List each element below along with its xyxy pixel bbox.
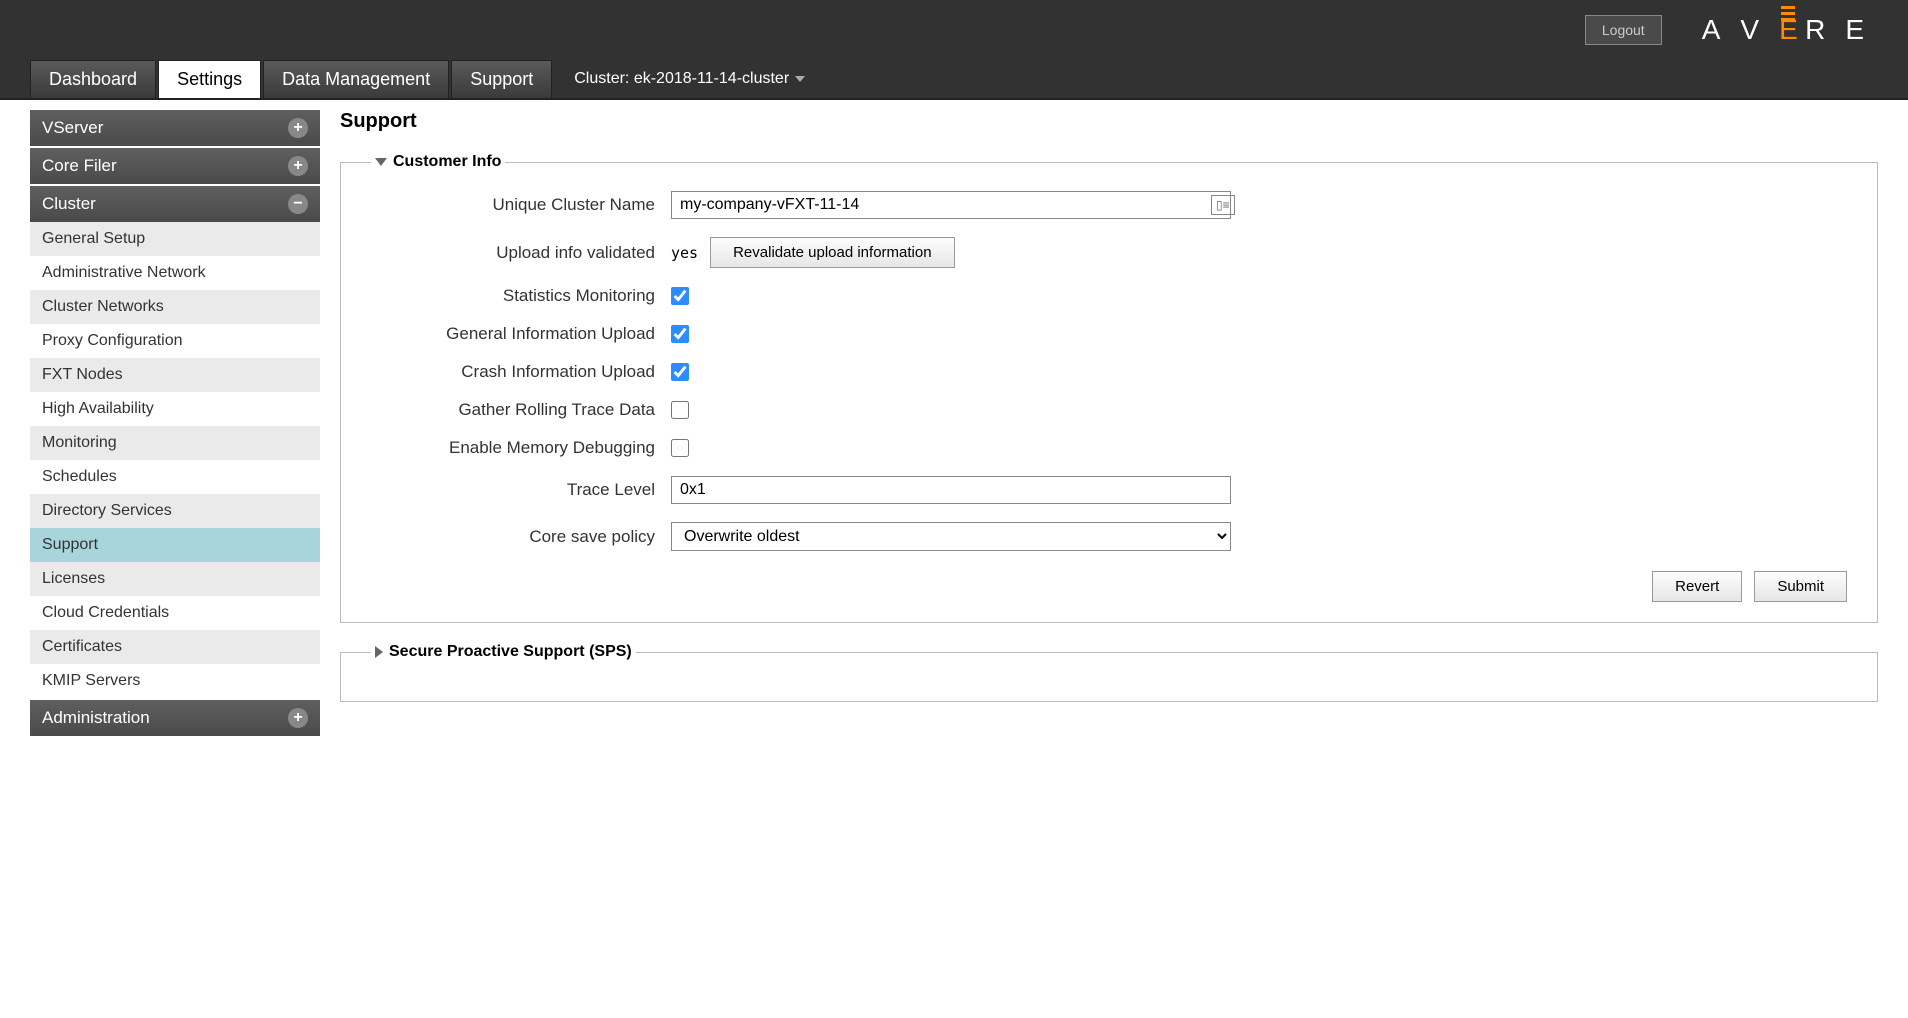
customer-info-fieldset: Customer Info Unique Cluster Name ▯≡ Upl… [340,153,1878,623]
sidebar-item-fxt-nodes[interactable]: FXT Nodes [30,358,320,392]
validated-status: yes [671,244,698,262]
logout-button[interactable]: Logout [1585,15,1662,45]
sidebar-section-cluster[interactable]: Cluster − [30,186,320,222]
sidebar-label: VServer [42,118,103,138]
page-title: Support [340,110,1878,133]
minus-icon: − [288,194,308,214]
plus-icon: + [288,708,308,728]
label-upload-validated: Upload info validated [371,243,671,263]
sidebar-item-directory-services[interactable]: Directory Services [30,494,320,528]
sidebar-item-high-availability[interactable]: High Availability [30,392,320,426]
avere-logo: A V E R E [1702,14,1878,46]
plus-icon: + [288,118,308,138]
sidebar-label: Cluster [42,194,96,214]
sidebar-section-vserver[interactable]: VServer + [30,110,320,146]
trace-level-input[interactable] [671,476,1231,504]
stats-checkbox[interactable] [671,287,689,305]
tab-settings[interactable]: Settings [158,60,261,99]
rolling-trace-checkbox[interactable] [671,401,689,419]
sps-fieldset: Secure Proactive Support (SPS) [340,643,1878,702]
sidebar-section-administration[interactable]: Administration + [30,700,320,736]
core-save-select[interactable]: Overwrite oldest [671,522,1231,551]
submit-button[interactable]: Submit [1754,571,1847,602]
sidebar-item-proxy-configuration[interactable]: Proxy Configuration [30,324,320,358]
label-crash-upload: Crash Information Upload [371,362,671,382]
sidebar-item-certificates[interactable]: Certificates [30,630,320,664]
top-bar: Logout A V E R E [0,0,1908,60]
sps-legend[interactable]: Secure Proactive Support (SPS) [371,643,636,661]
sidebar-label: Core Filer [42,156,117,176]
tab-dashboard[interactable]: Dashboard [30,60,156,99]
sidebar-item-administrative-network[interactable]: Administrative Network [30,256,320,290]
revalidate-button[interactable]: Revalidate upload information [710,237,954,268]
cluster-name-input[interactable] [671,191,1231,219]
sidebar-item-support[interactable]: Support [30,528,320,562]
legend-text: Customer Info [393,153,501,171]
tab-support[interactable]: Support [451,60,552,99]
tab-data-management[interactable]: Data Management [263,60,449,99]
cluster-selector[interactable]: Cluster: ek-2018-11-14-cluster [574,70,805,88]
sidebar-item-general-setup[interactable]: General Setup [30,222,320,256]
sidebar-label: Administration [42,708,150,728]
disclosure-triangle-icon [375,158,387,166]
label-memdbg: Enable Memory Debugging [371,438,671,458]
label-cluster-name: Unique Cluster Name [371,195,671,215]
plus-icon: + [288,156,308,176]
settings-sidebar: VServer + Core Filer + Cluster − General… [30,100,320,738]
legend-text: Secure Proactive Support (SPS) [389,643,632,661]
label-rolling: Gather Rolling Trace Data [371,400,671,420]
sidebar-section-corefiler[interactable]: Core Filer + [30,148,320,184]
sidebar-item-kmip-servers[interactable]: KMIP Servers [30,664,320,698]
id-card-icon: ▯≡ [1211,195,1235,215]
chevron-down-icon [795,76,805,82]
main-tabs: Dashboard Settings Data Management Suppo… [0,60,1908,100]
customer-info-legend[interactable]: Customer Info [371,153,505,171]
sidebar-item-cluster-networks[interactable]: Cluster Networks [30,290,320,324]
sidebar-item-licenses[interactable]: Licenses [30,562,320,596]
label-gen-upload: General Information Upload [371,324,671,344]
revert-button[interactable]: Revert [1652,571,1742,602]
disclosure-triangle-icon [375,646,383,658]
sidebar-item-schedules[interactable]: Schedules [30,460,320,494]
crash-upload-checkbox[interactable] [671,363,689,381]
gen-upload-checkbox[interactable] [671,325,689,343]
sidebar-item-cloud-credentials[interactable]: Cloud Credentials [30,596,320,630]
label-trace: Trace Level [371,480,671,500]
memdbg-checkbox[interactable] [671,439,689,457]
label-core-save: Core save policy [371,527,671,547]
cluster-label-text: Cluster: ek-2018-11-14-cluster [574,70,789,88]
label-stats: Statistics Monitoring [371,286,671,306]
sidebar-item-monitoring[interactable]: Monitoring [30,426,320,460]
